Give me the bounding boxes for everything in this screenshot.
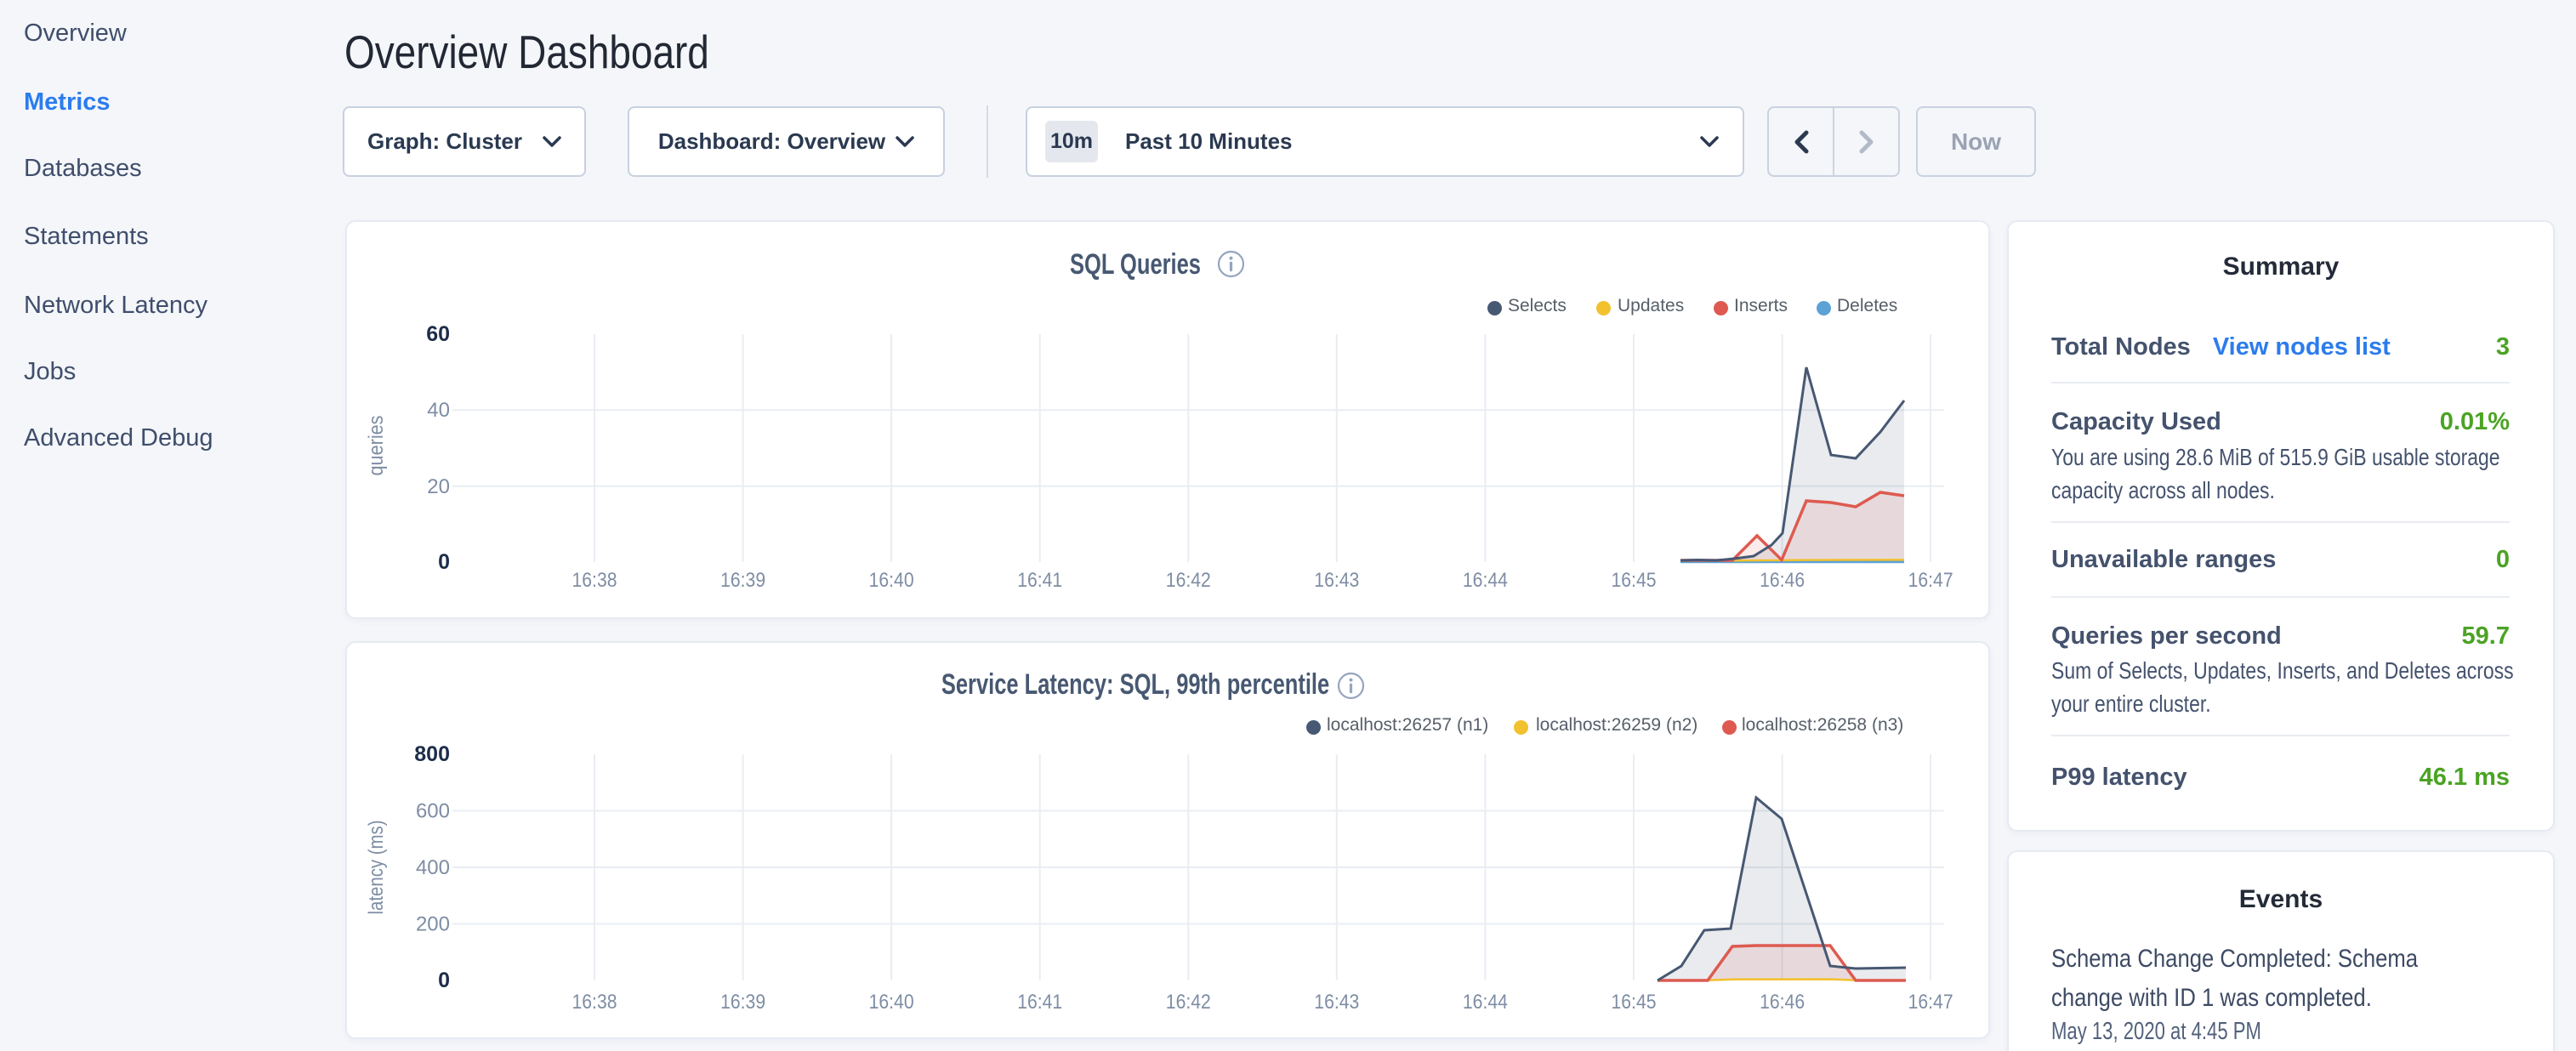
svg-text:60: 60 xyxy=(426,322,450,346)
svg-text:16:44: 16:44 xyxy=(1463,569,1508,592)
svg-text:16:41: 16:41 xyxy=(1017,569,1062,592)
svg-text:latency (ms): latency (ms) xyxy=(365,821,388,915)
svg-text:16:43: 16:43 xyxy=(1314,569,1359,592)
svg-text:16:45: 16:45 xyxy=(1612,991,1657,1014)
svg-text:16:39: 16:39 xyxy=(720,569,765,592)
svg-text:16:45: 16:45 xyxy=(1612,569,1657,592)
svg-text:16:40: 16:40 xyxy=(869,991,914,1014)
svg-text:40: 40 xyxy=(427,399,450,422)
svg-text:0: 0 xyxy=(438,969,450,992)
svg-text:800: 800 xyxy=(414,742,450,766)
svg-text:16:38: 16:38 xyxy=(572,991,617,1014)
svg-text:16:40: 16:40 xyxy=(869,569,914,592)
svg-text:200: 200 xyxy=(416,913,450,936)
svg-text:queries: queries xyxy=(365,416,388,476)
svg-text:16:41: 16:41 xyxy=(1017,991,1062,1014)
svg-text:16:44: 16:44 xyxy=(1463,991,1508,1014)
svg-text:16:38: 16:38 xyxy=(572,569,617,592)
svg-text:20: 20 xyxy=(427,475,450,498)
svg-text:16:47: 16:47 xyxy=(1908,991,1953,1014)
svg-text:16:43: 16:43 xyxy=(1314,991,1359,1014)
svg-text:16:42: 16:42 xyxy=(1166,991,1211,1014)
svg-text:16:42: 16:42 xyxy=(1166,569,1211,592)
svg-text:16:47: 16:47 xyxy=(1908,569,1953,592)
svg-text:16:39: 16:39 xyxy=(720,991,765,1014)
svg-text:400: 400 xyxy=(416,856,450,879)
svg-text:600: 600 xyxy=(416,800,450,823)
svg-text:16:46: 16:46 xyxy=(1760,991,1805,1014)
svg-text:16:46: 16:46 xyxy=(1760,569,1805,592)
svg-text:0: 0 xyxy=(438,550,450,574)
